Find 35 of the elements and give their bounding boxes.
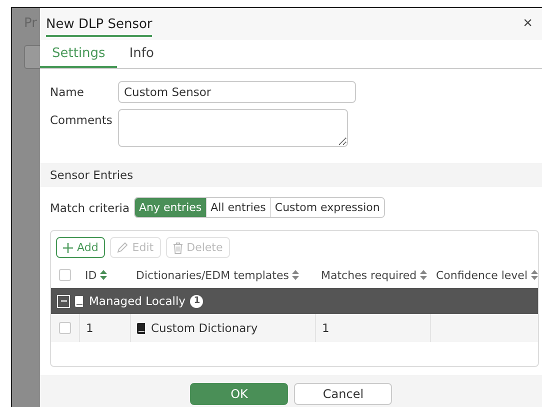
segment-button[interactable]: Any entries	[135, 198, 206, 217]
table-cell: 1	[315, 314, 430, 342]
book-icon	[75, 296, 84, 306]
column-header[interactable]: Dictionaries/EDM templates	[136, 268, 289, 282]
sort-icon[interactable]	[530, 270, 538, 280]
section-title: Sensor Entries	[50, 168, 134, 182]
count-badge: 1	[190, 294, 204, 308]
sort-icon[interactable]	[420, 270, 427, 280]
table-cell: 1	[79, 314, 130, 342]
pencil-icon	[117, 242, 128, 253]
checkbox[interactable]	[59, 269, 71, 281]
ok-button[interactable]: OK	[190, 383, 288, 405]
dialog-title: New DLP Sensor	[46, 11, 152, 37]
trash-icon	[172, 242, 183, 254]
collapse-icon[interactable]	[57, 294, 70, 308]
sort-icon[interactable]	[292, 270, 299, 280]
segment-button[interactable]: Custom expression	[270, 198, 384, 217]
book-icon	[137, 322, 146, 334]
tab[interactable]: Info	[117, 40, 166, 68]
field-label: Comments	[50, 112, 114, 127]
column-header[interactable]: Matches required	[321, 268, 417, 282]
dictionary-name: Custom Dictionary	[151, 321, 258, 335]
field-label: Name	[50, 84, 85, 99]
sort-icon[interactable]	[100, 270, 107, 280]
field-label: Match criteria	[50, 200, 131, 214]
plus-icon	[63, 242, 73, 252]
group-label: Managed Locally	[89, 294, 186, 308]
comments-field[interactable]	[118, 109, 348, 147]
cancel-button[interactable]: Cancel	[294, 383, 392, 405]
close-button[interactable]: ×	[519, 15, 537, 33]
checkbox[interactable]	[59, 322, 71, 334]
group-row[interactable]: Managed Locally 1	[51, 288, 538, 314]
column-header[interactable]: Confidence level	[436, 268, 528, 282]
column-header[interactable]: ID	[85, 268, 97, 282]
name-field[interactable]: Custom Sensor	[118, 81, 356, 103]
